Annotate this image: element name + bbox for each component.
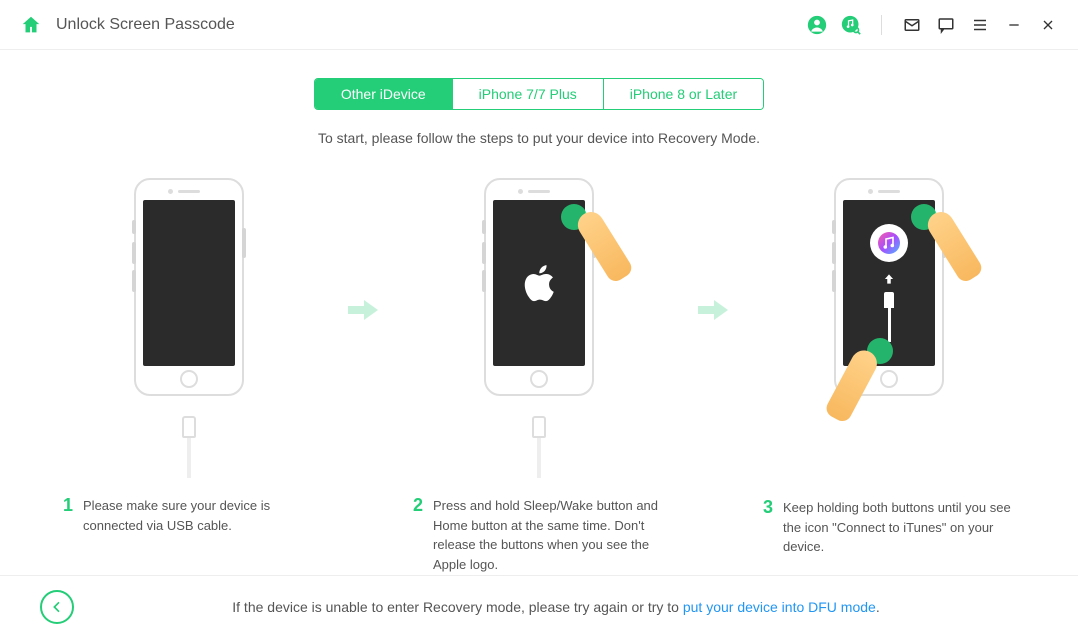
usb-cable-icon [181, 418, 197, 478]
step-number: 1 [63, 496, 73, 535]
step-3: 3 Keep holding both buttons until you se… [749, 178, 1029, 557]
step-1: 1 Please make sure your device is connec… [49, 178, 329, 535]
feedback-icon[interactable] [936, 15, 956, 35]
profile-icon[interactable] [807, 15, 827, 35]
apple-logo-icon [521, 262, 557, 304]
back-button[interactable] [40, 590, 74, 624]
step-description: Press and hold Sleep/Wake button and Hom… [433, 496, 665, 574]
device-tabs: Other iDevice iPhone 7/7 Plus iPhone 8 o… [0, 78, 1078, 110]
tab-other-idevice[interactable]: Other iDevice [315, 79, 453, 109]
step-2: 2 Press and hold Sleep/Wake button and H… [399, 178, 679, 574]
dfu-mode-link[interactable]: put your device into DFU mode [683, 599, 876, 615]
page-title: Unlock Screen Passcode [56, 16, 235, 34]
divider [881, 15, 882, 35]
up-arrow-icon [882, 272, 896, 286]
cable-connect-icon [883, 292, 895, 342]
close-icon[interactable] [1038, 15, 1058, 35]
arrow-icon [689, 298, 739, 322]
phone-illustration [134, 178, 244, 396]
phone-illustration [834, 178, 944, 396]
steps-row: 1 Please make sure your device is connec… [0, 178, 1078, 574]
footer-message: If the device is unable to enter Recover… [74, 599, 1038, 615]
header: Unlock Screen Passcode [0, 0, 1078, 50]
header-toolbar [807, 15, 1058, 35]
menu-icon[interactable] [970, 15, 990, 35]
step-description: Please make sure your device is connecte… [83, 496, 315, 535]
step-number: 2 [413, 496, 423, 574]
step-number: 3 [763, 498, 773, 557]
mail-icon[interactable] [902, 15, 922, 35]
home-icon[interactable] [20, 14, 42, 36]
step-description: Keep holding both buttons until you see … [783, 498, 1015, 557]
music-search-icon[interactable] [841, 15, 861, 35]
minimize-icon[interactable] [1004, 15, 1024, 35]
instruction-text: To start, please follow the steps to put… [0, 130, 1078, 146]
phone-illustration [484, 178, 594, 396]
itunes-icon [870, 224, 908, 262]
tab-iphone-8-later[interactable]: iPhone 8 or Later [604, 79, 763, 109]
arrow-icon [339, 298, 389, 322]
footer: If the device is unable to enter Recover… [0, 575, 1078, 637]
usb-cable-icon [531, 418, 547, 478]
tab-iphone-7[interactable]: iPhone 7/7 Plus [453, 79, 604, 109]
